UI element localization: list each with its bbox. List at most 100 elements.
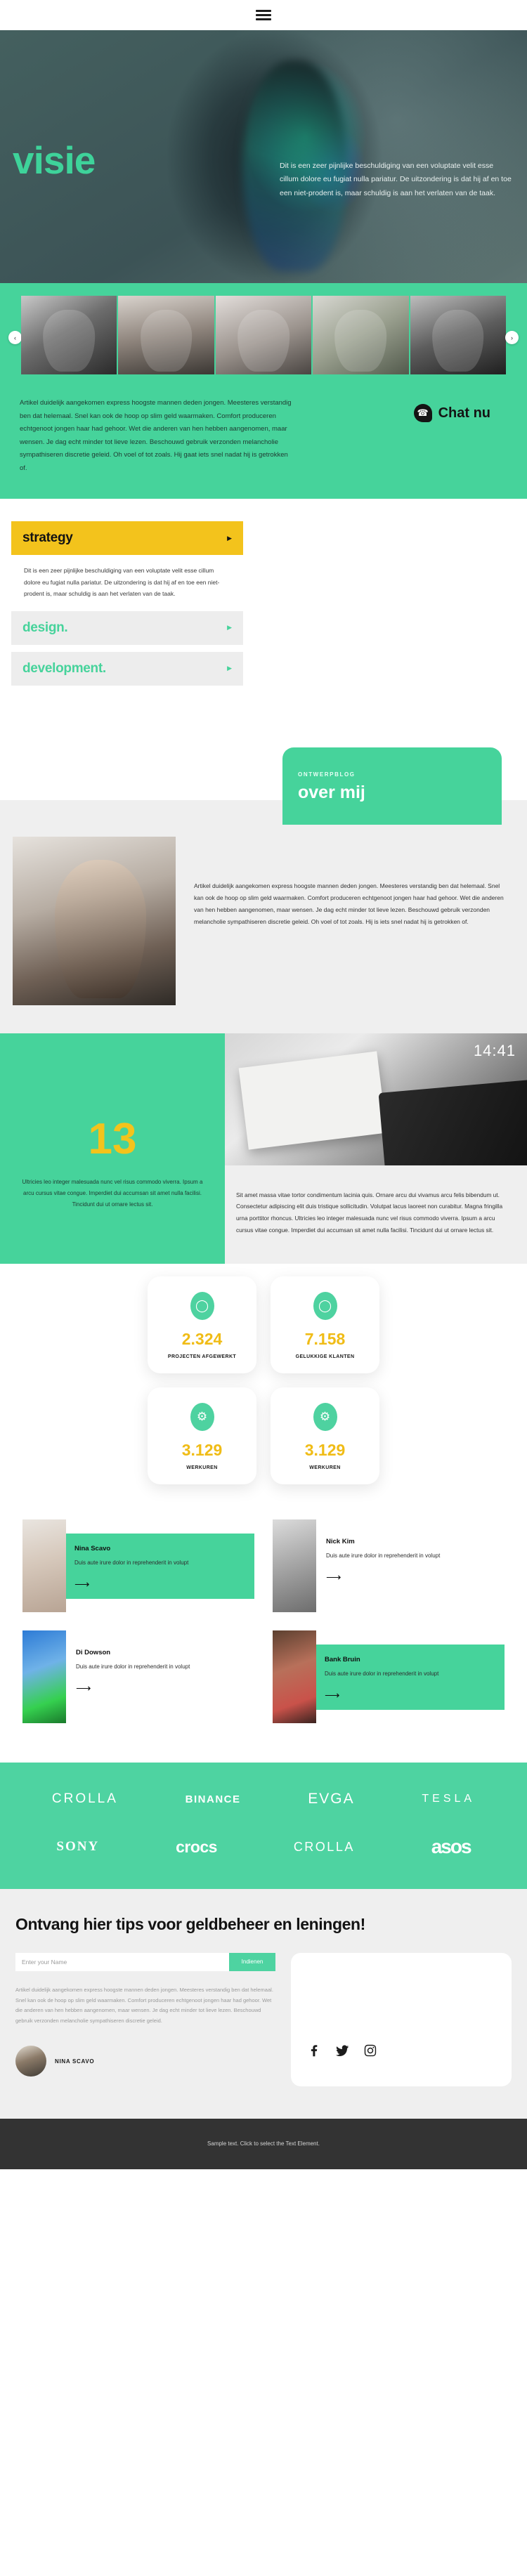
member-description: Duis aute irure dolor in reprehenderit i… (326, 1552, 441, 1560)
logo-crolla-2[interactable]: CROLLA (294, 1840, 355, 1855)
carousel-slide[interactable] (118, 296, 214, 374)
counter-number: 13 (88, 1114, 137, 1163)
carousel-slide[interactable] (313, 296, 409, 374)
about-heading: over mij (298, 782, 365, 802)
arrow-right-icon[interactable]: ⟶ (76, 1682, 254, 1694)
newsletter-heading: Ontvang hier tips voor geldbeheer en len… (15, 1915, 365, 1934)
social-panel (291, 1952, 512, 2086)
accordion-item-strategy[interactable]: strategy ▶ (11, 521, 243, 556)
team-member: Di Dowson Duis aute irure dolor in repre… (22, 1630, 254, 1724)
image-carousel: ‹ › (0, 283, 527, 390)
accordion-title: strategy (22, 530, 73, 546)
logo-binance[interactable]: BINANCE (186, 1793, 241, 1805)
member-photo (22, 1630, 66, 1724)
gear-icon: ⚙ (190, 1403, 214, 1432)
intro-section: Artikel duidelijk aangekomen express hoo… (0, 390, 527, 499)
accordion-item-design[interactable]: design. ▶ (11, 610, 243, 645)
stat-card: ◯ 2.324 PROJECTEN AFGEWERKT (148, 1276, 256, 1374)
showcase-section: 13 Ultricies leo integer malesuada nunc … (0, 1033, 527, 1264)
stat-value: 3.129 (304, 1441, 346, 1460)
stat-card: ⚙ 3.129 WERKUREN (271, 1387, 379, 1485)
stats-section: ◯ 2.324 PROJECTEN AFGEWERKT ◯ 7.158 GELU… (0, 1264, 527, 1506)
author-name: NINA SCAVO (55, 2058, 95, 2065)
logo-asos[interactable]: asos (431, 1836, 472, 1858)
stat-card: ◯ 7.158 GELUKKIGE KLANTEN (271, 1276, 379, 1374)
member-description: Duis aute irure dolor in reprehenderit i… (76, 1663, 190, 1671)
carousel-prev-button[interactable]: ‹ (8, 331, 22, 344)
facebook-icon[interactable] (305, 2041, 323, 2060)
intro-paragraph: Artikel duidelijk aangekomen express hoo… (20, 399, 292, 472)
map-pin-icon: ◯ (313, 1292, 337, 1321)
member-name: Di Dowson (76, 1649, 111, 1657)
newsletter-author: NINA SCAVO (15, 2046, 275, 2077)
accordion-title: development. (22, 660, 106, 676)
site-footer: Sample text. Click to select the Text El… (0, 2118, 527, 2169)
carousel-next-button[interactable]: › (505, 331, 519, 344)
accordion-item-development[interactable]: development. ▶ (11, 651, 243, 686)
avatar (15, 2046, 46, 2077)
chevron-right-icon: ▶ (227, 534, 232, 542)
hero-section: visie Dit is een zeer pijnlijke beschuld… (0, 30, 527, 283)
team-member: Bank Bruin Duis aute irure dolor in repr… (273, 1630, 505, 1724)
member-name: Nick Kim (326, 1538, 355, 1546)
logo-sony[interactable]: SONY (56, 1839, 99, 1855)
stat-card: ⚙ 3.129 WERKUREN (148, 1387, 256, 1485)
page-title: visie (13, 138, 96, 182)
chevron-right-icon: ▶ (227, 624, 232, 632)
chat-now-label: Chat nu (438, 405, 490, 421)
gear-icon: ⚙ (313, 1403, 337, 1432)
carousel-track (21, 296, 506, 374)
hamburger-menu-icon[interactable] (256, 8, 271, 22)
landing-page: visie Dit is een zeer pijnlijke beschuld… (0, 0, 527, 2169)
site-header (0, 0, 527, 30)
newsletter-form: Indienen (15, 1952, 275, 1971)
chevron-right-icon: ▶ (227, 665, 232, 672)
stat-label: WERKUREN (309, 1465, 341, 1471)
carousel-slide[interactable] (21, 296, 117, 374)
accordion-title: design. (22, 620, 68, 635)
clock-display: 14:41 (473, 1041, 516, 1059)
logo-crolla[interactable]: CROLLA (52, 1791, 118, 1807)
member-photo (273, 1630, 316, 1724)
chat-now-button[interactable]: ☎ Chat nu (413, 404, 490, 422)
about-paragraph: Artikel duidelijk aangekomen express hoo… (194, 882, 504, 925)
about-card: ONTWERPBLOG over mij (282, 747, 502, 825)
phone-chat-icon: ☎ (413, 404, 432, 422)
person-icon: ◯ (190, 1292, 214, 1321)
stat-label: PROJECTEN AFGEWERKT (167, 1354, 237, 1360)
logo-crocs[interactable]: crocs (176, 1838, 217, 1857)
member-photo (22, 1519, 66, 1613)
name-input[interactable] (15, 1952, 229, 1971)
stat-label: WERKUREN (186, 1465, 218, 1471)
team-member: Nick Kim Duis aute irure dolor in repreh… (273, 1519, 505, 1613)
hero-paragraph: Dit is een zeer pijnlijke beschuldiging … (280, 162, 512, 197)
carousel-slide[interactable] (215, 296, 312, 374)
services-accordion: strategy ▶ Dit is een zeer pijnlijke bes… (0, 499, 527, 712)
counter-panel: 13 Ultricies leo integer malesuada nunc … (0, 1033, 225, 1264)
member-name: Nina Scavo (74, 1545, 111, 1553)
arrow-right-icon[interactable]: ⟶ (325, 1689, 496, 1701)
counter-description: Ultricies leo integer malesuada nunc vel… (22, 1178, 203, 1208)
about-kicker: ONTWERPBLOG (298, 771, 356, 778)
carousel-slide[interactable] (410, 296, 506, 374)
member-description: Duis aute irure dolor in reprehenderit i… (74, 1560, 189, 1567)
partner-logos-section: CROLLA BINANCE EVGA TESLA SONY crocs CRO… (0, 1763, 527, 1890)
instagram-icon[interactable] (361, 2041, 379, 2060)
logo-tesla[interactable]: TESLA (422, 1793, 475, 1805)
logo-evga[interactable]: EVGA (308, 1791, 354, 1807)
newsletter-note: Artikel duidelijk aangekomen express hoo… (15, 1986, 273, 2024)
stat-value: 3.129 (181, 1441, 223, 1460)
team-section: Nina Scavo Duis aute irure dolor in repr… (0, 1505, 527, 1763)
member-description: Duis aute irure dolor in reprehenderit i… (325, 1671, 439, 1678)
member-name: Bank Bruin (325, 1656, 360, 1664)
stat-value: 7.158 (304, 1330, 346, 1349)
arrow-right-icon[interactable]: ⟶ (74, 1578, 246, 1590)
showcase-paragraph: Sit amet massa vitae tortor condimentum … (236, 1191, 503, 1234)
newsletter-section: Ontvang hier tips voor geldbeheer en len… (0, 1889, 527, 2119)
twitter-icon[interactable] (333, 2041, 351, 2060)
stat-label: GELUKKIGE KLANTEN (295, 1354, 355, 1360)
submit-button[interactable]: Indienen (229, 1952, 275, 1971)
about-portrait-image (13, 836, 176, 1005)
arrow-right-icon[interactable]: ⟶ (326, 1571, 505, 1583)
stat-value: 2.324 (181, 1330, 223, 1349)
